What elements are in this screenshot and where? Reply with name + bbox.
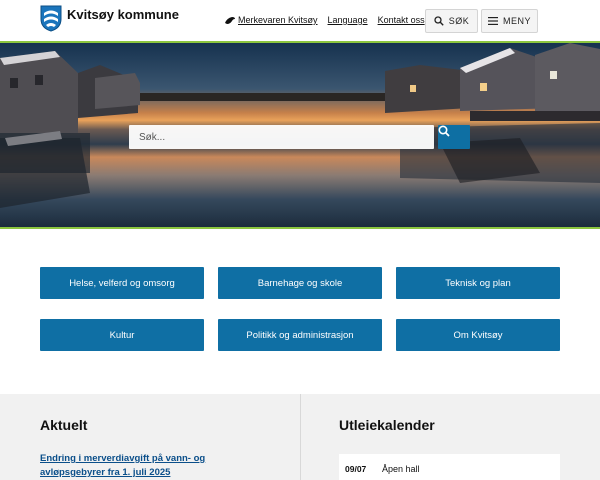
- category-om-kvitsoy-button[interactable]: Om Kvitsøy: [396, 319, 560, 351]
- calendar-event-date: 09/07: [345, 464, 367, 474]
- category-barnehage-button[interactable]: Barnehage og skole: [218, 267, 382, 299]
- header-search-label: SØK: [448, 16, 470, 26]
- language-link[interactable]: Language: [328, 15, 368, 25]
- utleiekalender-heading: Utleiekalender: [339, 417, 435, 433]
- category-teknisk-button[interactable]: Teknisk og plan: [396, 267, 560, 299]
- news-item-link[interactable]: Endring i merverdiavgift på vann- og avl…: [40, 452, 270, 480]
- hamburger-menu-icon: [487, 17, 498, 25]
- site-brand-name[interactable]: Kvitsøy kommune: [67, 7, 179, 22]
- category-grid: Helse, velferd og omsorg Barnehage og sk…: [40, 267, 560, 351]
- news-and-calendar-section: Aktuelt Endring i merverdiavgift på vann…: [0, 394, 600, 480]
- category-helse-button[interactable]: Helse, velferd og omsorg: [40, 267, 204, 299]
- section-divider: [300, 394, 301, 480]
- calendar-event-card[interactable]: 09/07 Åpen hall: [339, 454, 560, 480]
- kontakt-oss-link[interactable]: Kontakt oss: [378, 15, 425, 25]
- merkevaren-link[interactable]: Merkevaren Kvitsøy: [224, 15, 318, 25]
- hero-search-submit-button[interactable]: [438, 125, 470, 149]
- hero-banner: [0, 41, 600, 229]
- search-icon: [434, 16, 444, 26]
- seahorse-icon: [225, 16, 235, 24]
- search-icon: [438, 125, 450, 137]
- header-menu-button[interactable]: MENY: [481, 9, 538, 33]
- top-links: Merkevaren Kvitsøy Language Kontakt oss: [224, 15, 425, 25]
- kvitsoy-coat-of-arms-logo[interactable]: [40, 5, 62, 32]
- calendar-event-name: Åpen hall: [382, 464, 420, 474]
- category-kultur-button[interactable]: Kultur: [40, 319, 204, 351]
- header-search-button[interactable]: SØK: [425, 9, 478, 33]
- hero-search-input[interactable]: [129, 125, 434, 149]
- aktuelt-heading: Aktuelt: [40, 417, 88, 433]
- merkevaren-link-label: Merkevaren Kvitsøy: [238, 15, 318, 25]
- category-politikk-button[interactable]: Politikk og administrasjon: [218, 319, 382, 351]
- header-menu-label: MENY: [502, 16, 531, 26]
- site-header: Kvitsøy kommune Merkevaren Kvitsøy Langu…: [0, 0, 600, 41]
